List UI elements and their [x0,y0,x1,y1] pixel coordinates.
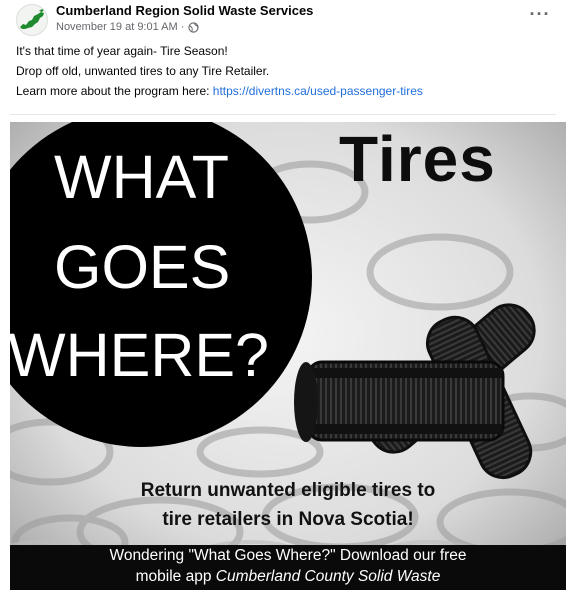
author-name[interactable]: Cumberland Region Solid Waste Services [56,3,313,18]
nova-scotia-map-logo-icon [20,9,44,29]
post-line-3: Learn more about the program here: https… [16,81,556,101]
program-link[interactable]: https://divertns.ca/used-passenger-tires [213,84,423,98]
divider [10,114,556,115]
banner-line-1: Wondering "What Goes Where?" Download ou… [109,547,467,564]
page-avatar[interactable] [16,4,48,36]
post-line-2: Drop off old, unwanted tires to any Tire… [16,64,270,78]
circle-line-goes: GOES [54,233,231,301]
post-line-1: It's that time of year again- Tire Seaso… [16,44,228,58]
post-image[interactable]: Tires WHAT GOES WHERE? Return unwanted e… [10,122,566,590]
post-header: Cumberland Region Solid Waste Services N… [16,2,556,38]
post-meta: November 19 at 9:01 AM · [56,21,200,33]
more-options-button[interactable]: ··· [526,4,554,28]
app-banner: Wondering "What Goes Where?" Download ou… [10,545,566,590]
post-body: It's that time of year again- Tire Seaso… [16,41,556,101]
return-line-1: Return unwanted eligible tires to [140,480,436,501]
banner-line-2: mobile app Cumberland County Solid Waste [10,566,566,587]
return-line-2: tire retailers in Nova Scotia! [162,509,414,530]
learn-more-text: Learn more about the program here: [16,84,213,98]
banner-app-name: Cumberland County Solid Waste [215,568,441,585]
headline-tires: Tires [339,123,496,195]
globe-icon [188,21,200,33]
circle-line-where: WHERE? [10,321,269,389]
ellipsis-icon: ··· [529,4,551,24]
banner-prefix: mobile app [135,568,216,585]
post-timestamp[interactable]: November 19 at 9:01 AM · [56,21,184,33]
circle-line-what: WHAT [54,143,230,211]
